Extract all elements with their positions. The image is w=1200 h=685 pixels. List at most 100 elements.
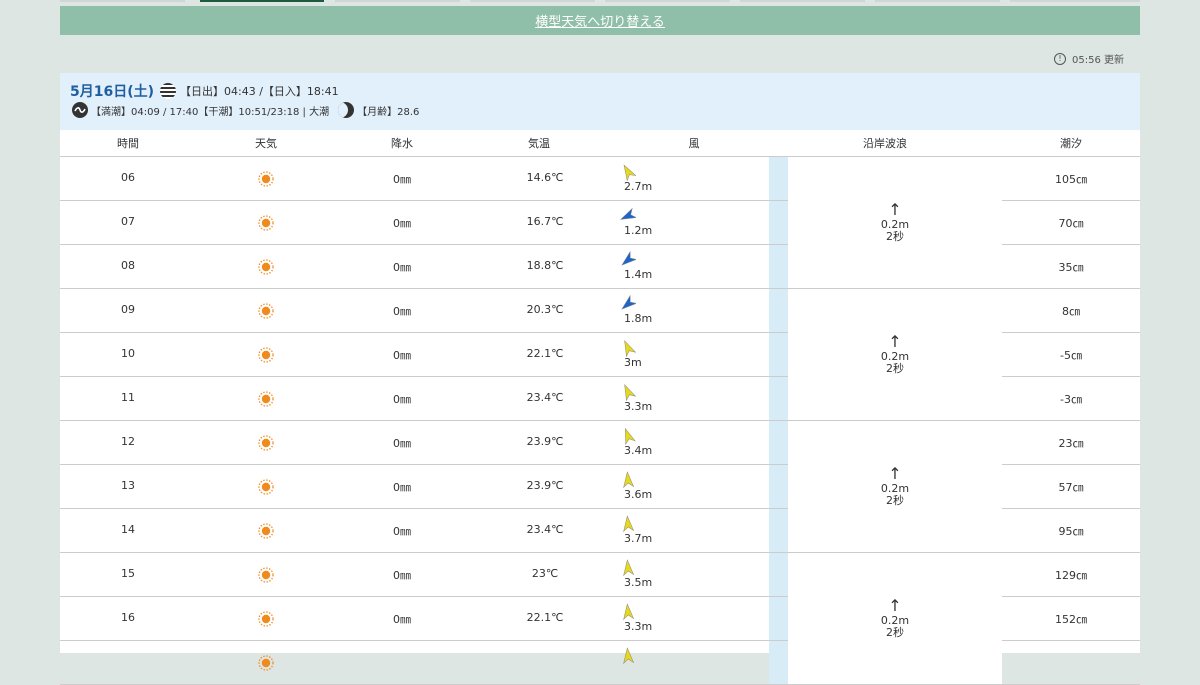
wind-speed: 3m [624,356,642,369]
rain-amount: 0㎜ [393,349,411,362]
rain-amount: 0㎜ [393,393,411,406]
hour: 14 [121,523,135,536]
sun-icon [258,435,274,451]
wave-height: 0.2m [880,613,910,627]
temperature: 18.8℃ [526,259,564,272]
date-title: 5月16日(土) [70,84,155,100]
wind-speed: 2.7m [624,180,653,193]
column-header: 時間 天気 降水 気温 風 沿岸波浪 潮汐 [60,130,1140,157]
temperature: 22.1℃ [526,347,564,360]
top-tab[interactable] [740,0,865,2]
wind-direction-icon [623,559,635,577]
top-tab-strip [60,0,1140,2]
wind-speed: 3.3m [624,620,653,633]
wind-direction-icon [621,251,636,266]
wind-direction-icon [623,603,635,621]
sun-icon [258,655,274,671]
wind-direction-icon [623,471,635,489]
sun-times: 【日出】04:43 /【日入】18:41 [180,85,339,98]
hour: 07 [121,215,135,228]
rain-amount: 0㎜ [393,569,411,582]
temperature: 16.7℃ [526,215,564,228]
wind-direction-icon [624,384,636,401]
temperature: 23.9℃ [526,435,564,448]
tide-level: 35㎝ [1058,261,1084,274]
wind-speed: 1.8m [624,312,653,325]
moon-icon [338,102,355,118]
wind-speed: 1.4m [624,268,653,281]
tide-level: 152㎝ [1055,613,1087,626]
moon-age: 【月齢】28.6 [357,106,420,118]
temperature: 23℃ [531,567,559,580]
wind-direction-icon [624,340,636,357]
tide-level: 70㎝ [1058,217,1084,230]
hour: 10 [121,347,135,360]
rain-amount: 0㎜ [393,437,411,450]
wave-period: 2秒 [886,229,904,243]
sun-icon [258,171,274,187]
wind-direction-icon [624,427,636,445]
hour: 15 [121,567,135,580]
hour: 06 [121,171,135,184]
wind-speed: 3.3m [624,400,653,413]
date-header: 5月16日(土) 【日出】04:43 /【日入】18:41 【満潮】04:09 … [60,73,1140,130]
wave-period: 2秒 [886,493,904,507]
update-info: ! 05:56 更新 [1054,51,1124,66]
top-tab-active[interactable] [200,0,324,2]
rain-amount: 0㎜ [393,305,411,318]
wave-height: 0.2m [880,349,910,363]
sun-icon [258,215,274,231]
switch-to-horizontal-link[interactable]: 横型天気へ切り替える [535,11,665,30]
wind-speed: 1.2m [624,224,653,237]
tide-icon [72,102,88,118]
hour: 13 [121,479,135,492]
col-wind: 風 [688,137,700,150]
top-tab[interactable] [1010,0,1140,2]
top-tab[interactable] [470,0,595,2]
wind-speed: 3.7m [624,532,653,545]
col-temp: 気温 [528,137,550,150]
wave-direction-icon: ↑ [888,331,902,351]
wave-block: ↑ 0.2m 2秒 [788,289,1002,421]
view-switch-bar: 横型天気へ切り替える [60,6,1140,35]
wave-block: ↑ 0.2m 2秒 [788,553,1002,685]
wind-speed: 3.4m [624,444,653,457]
wave-direction-icon: ↑ [888,463,902,483]
hour: 11 [121,391,135,404]
tide-level: 57㎝ [1058,481,1084,494]
wind-direction-icon [621,295,636,310]
tide-level: 23㎝ [1058,437,1084,450]
top-tab[interactable] [335,0,460,2]
temperature: 22.1℃ [526,611,564,624]
rain-amount: 0㎜ [393,217,411,230]
top-tab[interactable] [605,0,730,2]
tide-times: 【満潮】04:09 / 17:40【干潮】10:51/23:18 | 大潮 [91,106,330,118]
tide-level: -5㎝ [1060,349,1082,362]
rain-amount: 0㎜ [393,525,411,538]
top-tab[interactable] [60,0,185,2]
temperature: 23.4℃ [526,523,564,536]
sun-icon [258,523,274,539]
forecast-rows: 06 0㎜ 14.6℃ 2.7m 105㎝ 07 0㎜ 16.7℃ 1.2m 7… [60,157,1140,685]
sun-icon [258,259,274,275]
col-tide: 潮汐 [1060,137,1082,150]
col-weather: 天気 [255,137,277,150]
top-tab[interactable] [875,0,1000,2]
sun-icon [258,303,274,319]
forecast-panel: 5月16日(土) 【日出】04:43 /【日入】18:41 【満潮】04:09 … [60,73,1140,685]
temperature: 14.6℃ [526,171,564,184]
wave-height: 0.2m [880,481,910,495]
sun-icon [258,391,274,407]
info-icon: ! [1054,52,1066,65]
wind-speed: 3.6m [624,488,653,501]
tide-level: -3㎝ [1060,393,1082,406]
sun-icon [258,567,274,583]
tide-level: 129㎝ [1055,569,1087,582]
sun-icon [258,479,274,495]
sun-icon [258,347,274,363]
hour: 12 [121,435,135,448]
tide-level: 105㎝ [1055,173,1087,186]
col-wave: 沿岸波浪 [863,137,907,150]
sunrise-sunset-icon [160,83,177,99]
temperature: 23.9℃ [526,479,564,492]
